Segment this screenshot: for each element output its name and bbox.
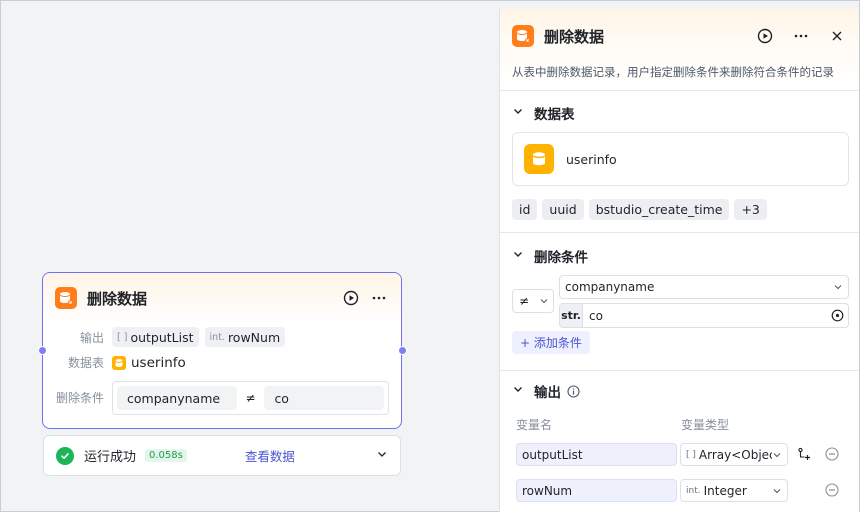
chevron-down-icon[interactable] — [512, 105, 524, 121]
cond-section-header[interactable]: 删除条件 — [512, 246, 847, 266]
panel-title: 删除数据 — [544, 27, 605, 46]
database-icon — [112, 355, 126, 370]
divider — [500, 232, 859, 233]
table-section-header[interactable]: 数据表 — [512, 103, 847, 123]
delete-data-node[interactable]: 删除数据 输出 [ ] outputList int. rowNum 数据表 use… — [42, 272, 402, 429]
run-result-bar: 运行成功 0.058s 查看数据 — [43, 435, 401, 476]
field-select-value: companyname — [565, 280, 655, 294]
table-name: userinfo — [131, 354, 186, 371]
node-cond-label-row: 删除条件 — [43, 389, 104, 406]
field-tag: uuid — [542, 199, 584, 220]
output-tag: [ ] outputList — [112, 327, 199, 347]
cond-value: co — [264, 386, 384, 410]
cond-field: companyname — [117, 386, 237, 410]
output-port[interactable] — [398, 346, 407, 355]
table-section-title: 数据表 — [534, 107, 575, 123]
database-delete-icon — [512, 25, 534, 47]
chevron-down-icon[interactable] — [512, 383, 524, 399]
database-delete-icon — [55, 287, 77, 309]
output-section-header[interactable]: 输出 — [512, 381, 847, 401]
var-name-col-header: 变量名 — [516, 418, 553, 432]
value-input[interactable]: str. co — [559, 303, 849, 328]
cond-section-title: 删除条件 — [534, 250, 588, 266]
output-type-select[interactable]: int. Integer — [680, 479, 788, 502]
info-icon[interactable] — [567, 384, 580, 398]
more-icon[interactable] — [791, 26, 811, 46]
integer-type-icon: int. — [209, 331, 225, 343]
run-icon[interactable] — [755, 26, 775, 46]
chevron-down-icon — [773, 452, 781, 457]
field-tag: id — [512, 199, 538, 220]
table-card[interactable]: userinfo — [512, 132, 849, 186]
integer-type-icon: int. — [686, 485, 701, 496]
run-status: 运行成功 — [84, 450, 137, 465]
table-label: 数据表 — [67, 356, 104, 370]
node-table-row: 数据表 userinfo — [43, 354, 186, 371]
chevron-down-icon — [540, 299, 548, 304]
node-header: 删除数据 — [43, 273, 401, 323]
operator-select[interactable]: ≠ — [512, 289, 554, 313]
add-child-icon[interactable] — [796, 446, 812, 462]
success-check-icon — [56, 446, 74, 465]
remove-icon[interactable] — [824, 482, 840, 498]
array-type-icon: [ ] — [686, 449, 696, 460]
table-name: userinfo — [566, 151, 617, 167]
panel-header: 删除数据 从表中删除数据记录，用户指定删除条件来删除符合条件的记录 — [500, 9, 859, 91]
output-name-input[interactable]: rowNum — [516, 479, 677, 502]
field-select[interactable]: companyname — [559, 275, 849, 299]
run-icon[interactable] — [341, 288, 361, 308]
string-type-icon: str. — [560, 304, 583, 327]
database-icon — [524, 144, 554, 174]
output-name-input[interactable]: outputList — [516, 443, 677, 466]
more-icon[interactable] — [369, 288, 389, 308]
view-data-link[interactable]: 查看数据 — [245, 446, 295, 465]
chevron-down-icon — [834, 285, 842, 290]
more-fields-tag[interactable]: +3 — [734, 199, 767, 220]
not-equal-icon: ≠ — [245, 391, 256, 405]
output-section-title: 输出 — [534, 385, 561, 401]
panel-description: 从表中删除数据记录，用户指定删除条件来删除符合条件的记录 — [512, 65, 834, 79]
node-output-row: 输出 [ ] outputList int. rowNum — [43, 327, 286, 347]
close-icon[interactable] — [827, 26, 847, 46]
input-port[interactable] — [38, 346, 47, 355]
field-tag: bstudio_create_time — [588, 199, 730, 220]
output-tag: int. rowNum — [204, 327, 286, 347]
variable-reference-icon[interactable] — [826, 309, 848, 322]
run-time-badge: 0.058s — [145, 449, 187, 462]
node-settings-panel: 删除数据 从表中删除数据记录，用户指定删除条件来删除符合条件的记录 数据表 us… — [499, 9, 859, 512]
cond-label: 删除条件 — [55, 391, 104, 405]
value-text: co — [589, 308, 603, 323]
output-type-select[interactable]: [ ] Array<Object> — [680, 443, 788, 466]
condition-preview: companyname ≠ co — [112, 381, 389, 415]
node-title: 删除数据 — [87, 289, 148, 308]
divider — [500, 370, 859, 371]
workflow-canvas[interactable]: 删除数据 输出 [ ] outputList int. rowNum 数据表 use… — [0, 0, 860, 512]
add-condition-button[interactable]: + 添加条件 — [512, 331, 590, 354]
chevron-down-icon[interactable] — [376, 448, 388, 464]
field-tags: id uuid bstudio_create_time +3 — [512, 199, 772, 220]
not-equal-icon: ≠ — [519, 294, 530, 308]
array-type-icon: [ ] — [117, 331, 128, 343]
output-label: 输出 — [79, 330, 104, 345]
chevron-down-icon — [773, 488, 781, 493]
var-type-col-header: 变量类型 — [681, 418, 730, 432]
remove-icon[interactable] — [824, 446, 840, 462]
chevron-down-icon[interactable] — [512, 248, 524, 264]
